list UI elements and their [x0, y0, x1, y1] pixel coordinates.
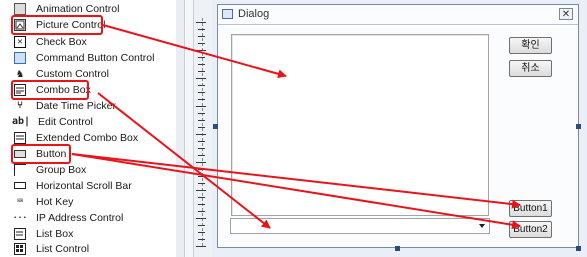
ruler-tick — [196, 190, 206, 191]
highlight-button — [11, 144, 71, 164]
toolbox-item-check-box[interactable]: ✕ Check Box — [14, 34, 87, 49]
toolbox-item-date-time-picker[interactable]: ⑂ Date Time Picker — [14, 98, 116, 113]
ipaddress-icon: ··· — [12, 213, 28, 222]
toolbox-item-edit-control[interactable]: ab| Edit Control — [11, 114, 93, 129]
ruler-tick — [196, 218, 206, 219]
toolbox-item-extended-combo-box[interactable]: Extended Combo Box — [14, 130, 138, 145]
groupbox-icon — [14, 163, 26, 176]
toolbox-item-hot-key[interactable]: ⌨ Hot Key — [14, 194, 73, 209]
ruler-tick — [198, 85, 205, 86]
toolbox-item-ip-address-control[interactable]: ··· IP Address Control — [12, 210, 124, 225]
animation-icon — [14, 2, 26, 15]
listbox-icon — [14, 227, 26, 240]
dialog-window[interactable]: Dialog ✕ 확인 취소 Button1 Button2 — [217, 4, 579, 248]
vertical-ruler — [194, 0, 212, 257]
toolbox-item-command-button-control[interactable]: Command Button Control — [14, 50, 154, 65]
picture-control[interactable] — [231, 34, 489, 216]
extended-combo-icon — [14, 131, 26, 144]
panel-gap — [176, 0, 184, 257]
toolbox-item-animation-control[interactable]: Animation Control — [14, 1, 119, 16]
button1[interactable]: Button1 — [509, 200, 552, 217]
ruler-tick — [198, 92, 205, 93]
ruler-tick — [198, 169, 205, 170]
ruler-tick — [196, 22, 206, 23]
custom-control-icon: ♞ — [16, 67, 24, 80]
combo-box[interactable] — [230, 218, 490, 234]
ruler-tick — [196, 106, 206, 107]
ruler-tick — [198, 148, 205, 149]
ruler-tick — [198, 29, 205, 30]
datetime-icon: ⑂ — [17, 100, 23, 111]
ruler-tick — [196, 246, 206, 247]
resize-handle-corner[interactable] — [576, 246, 581, 251]
ruler-tick — [198, 183, 205, 184]
listcontrol-icon — [14, 242, 26, 255]
ruler-tick — [198, 232, 205, 233]
edit-icon: ab| — [11, 116, 31, 127]
ruler-tick — [198, 155, 205, 156]
dialog-app-icon — [222, 9, 233, 19]
ruler-tick — [196, 134, 206, 135]
ruler-tick — [198, 225, 205, 226]
hscroll-icon — [14, 182, 26, 189]
ruler-tick — [198, 57, 205, 58]
highlight-picture-control — [11, 15, 103, 35]
ruler-tick — [198, 99, 205, 100]
checkbox-icon: ✕ — [14, 35, 26, 48]
ok-button[interactable]: 확인 — [509, 37, 552, 54]
toolbox-item-list-box[interactable]: List Box — [14, 226, 73, 241]
ruler-tick — [198, 113, 205, 114]
highlight-combo-box — [11, 80, 89, 100]
resize-handle-left[interactable] — [213, 124, 218, 129]
ruler-tick — [198, 204, 205, 205]
ruler-tick — [198, 197, 205, 198]
ruler-tick — [196, 78, 206, 79]
splitter[interactable] — [184, 0, 194, 257]
dialog-titlebar: Dialog ✕ — [218, 5, 578, 25]
resize-handle-right[interactable] — [576, 124, 581, 129]
chevron-down-icon[interactable] — [479, 224, 485, 228]
close-icon[interactable]: ✕ — [559, 8, 573, 20]
dialog-title: Dialog — [238, 8, 270, 20]
ruler-tick — [198, 239, 205, 240]
ruler-tick — [196, 162, 206, 163]
toolbox-panel: Animation Control Picture Control ✕ Chec… — [0, 0, 176, 257]
ruler-tick — [198, 176, 205, 177]
ruler-tick — [198, 120, 205, 121]
ruler-tick — [198, 141, 205, 142]
toolbox-item-group-box[interactable]: Group Box — [14, 162, 86, 177]
ruler-tick — [198, 36, 205, 37]
ruler-tick — [196, 50, 206, 51]
ruler-tick — [198, 43, 205, 44]
resize-handle-bottom[interactable] — [395, 246, 400, 251]
toolbox-item-list-control[interactable]: List Control — [14, 241, 89, 256]
toolbox-item-horizontal-scroll-bar[interactable]: Horizontal Scroll Bar — [14, 178, 132, 193]
ruler-tick — [198, 64, 205, 65]
ruler-tick — [198, 211, 205, 212]
hotkey-icon: ⌨ — [16, 196, 24, 207]
button2[interactable]: Button2 — [509, 221, 552, 238]
toolbox-item-custom-control[interactable]: ♞ Custom Control — [14, 66, 109, 81]
ruler-tick — [198, 71, 205, 72]
cancel-button[interactable]: 취소 — [509, 60, 552, 77]
command-button-icon — [14, 51, 26, 64]
ruler-tick — [198, 127, 205, 128]
